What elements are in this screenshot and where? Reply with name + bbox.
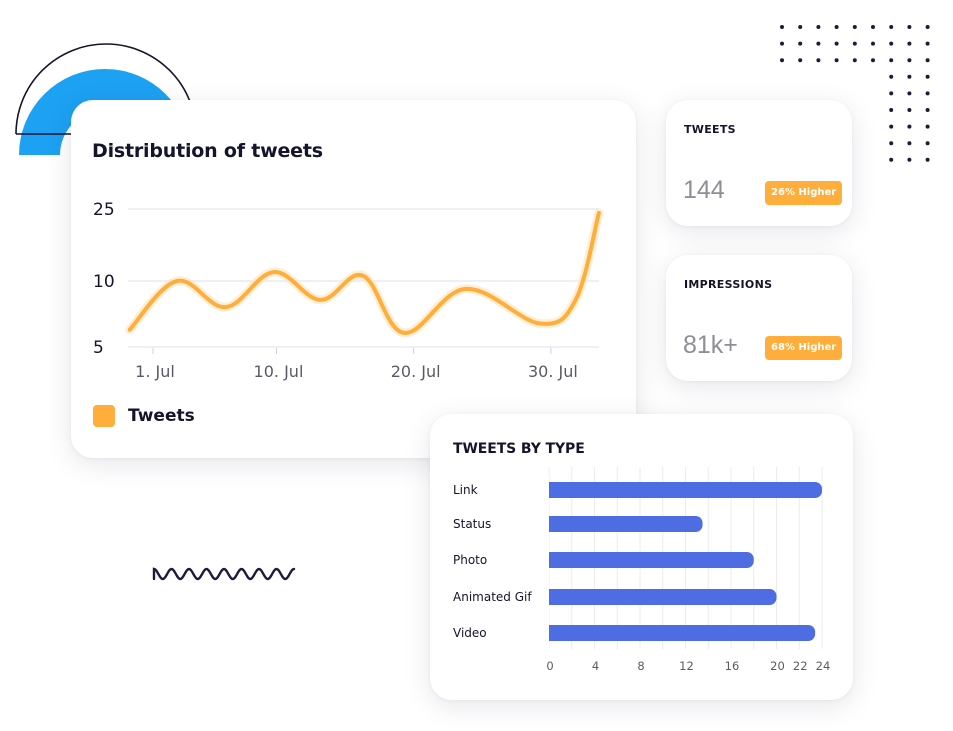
- dot: [889, 41, 894, 46]
- dot: [889, 58, 894, 63]
- bar-photo: [541, 552, 754, 568]
- bar-chart: 0 4 8 12 16 20 22 24 Link Status Photo Animated Gif…: [453, 467, 831, 673]
- dot: [925, 91, 930, 96]
- category-label: Photo: [453, 553, 487, 567]
- dot: [871, 41, 875, 46]
- dot: [871, 58, 875, 63]
- y-tick-label: 5: [93, 338, 104, 358]
- tweets-stat-label: TWEETS: [684, 123, 736, 136]
- squiggle-decoration: [152, 567, 296, 581]
- bar-animated-gif: [541, 589, 777, 605]
- dot: [816, 41, 821, 46]
- x-tick-label: 22: [793, 659, 808, 673]
- x-tick-label: 4: [592, 659, 599, 673]
- x-tick-label: 12: [679, 659, 694, 673]
- category-label: Animated Gif: [453, 590, 532, 604]
- dot: [925, 41, 930, 46]
- bar-video: [541, 625, 816, 641]
- dot: [907, 25, 912, 29]
- bar-left-mask: [539, 474, 549, 649]
- dot: [889, 91, 894, 96]
- dot: [798, 58, 803, 63]
- dot: [816, 25, 821, 29]
- impressions-stat-label: IMPRESSIONS: [684, 278, 773, 291]
- series-glow: [125, 208, 604, 338]
- legend-label: Tweets: [128, 406, 195, 426]
- x-tick-label: 0: [546, 659, 553, 673]
- dot: [834, 41, 839, 46]
- y-tick-label: 25: [93, 200, 115, 220]
- dot: [889, 25, 894, 29]
- impressions-stat-value: 81k+: [683, 331, 738, 359]
- dot: [834, 25, 839, 29]
- squiggle-line: [152, 567, 296, 581]
- y-tick-label: 10: [93, 272, 115, 292]
- impressions-stat-card: IMPRESSIONS 81k+ 68% Higher: [666, 255, 852, 381]
- x-tick-label: 24: [816, 659, 831, 673]
- distribution-card: Distribution of tweets 5 10 25 1. Jul 10. Ju…: [71, 100, 636, 458]
- dot: [852, 41, 857, 46]
- dot: [925, 124, 930, 129]
- dot: [907, 141, 912, 146]
- dot: [907, 157, 912, 162]
- dot: [780, 58, 784, 63]
- dot: [925, 108, 930, 112]
- tweets-stat-card: TWEETS 144 26% Higher: [666, 100, 852, 226]
- dot: [852, 25, 857, 29]
- dot: [780, 41, 784, 46]
- x-tick-label: 20. Jul: [391, 362, 441, 381]
- dot: [925, 58, 930, 63]
- dot: [816, 58, 821, 63]
- dot: [907, 74, 912, 79]
- dot: [925, 25, 930, 29]
- x-tick-label: 10. Jul: [254, 362, 304, 381]
- legend-swatch: [93, 405, 115, 427]
- dot: [852, 58, 857, 63]
- bar-link: [541, 482, 822, 498]
- dot: [907, 41, 912, 46]
- tweets-stat-value: 144: [683, 176, 725, 204]
- x-tick-label: 16: [725, 659, 740, 673]
- dot: [798, 41, 803, 46]
- impressions-change-badge: 68% Higher: [765, 336, 843, 360]
- dot: [889, 157, 894, 162]
- dot: [871, 25, 875, 29]
- dot: [925, 141, 930, 146]
- tweets-by-type-card: TWEETS BY TYPE 0 4 8 12 16 20 22 24 Link Status Ph…: [430, 414, 853, 700]
- dot: [834, 58, 839, 63]
- chart-legend[interactable]: Tweets: [93, 405, 195, 427]
- dot: [907, 91, 912, 96]
- x-tick-label: 1. Jul: [135, 362, 175, 381]
- dot: [907, 58, 912, 63]
- dot: [780, 25, 784, 29]
- category-label: Link: [453, 483, 478, 497]
- dot: [889, 108, 894, 112]
- dot: [907, 124, 912, 129]
- tweets-change-badge: 26% Higher: [765, 181, 843, 205]
- x-tick-label: 8: [637, 659, 644, 673]
- dot: [889, 141, 894, 146]
- x-tick-label: 30. Jul: [528, 362, 578, 381]
- bar-status: [541, 516, 703, 532]
- x-tick-label: 20: [770, 659, 785, 673]
- dot: [889, 74, 894, 79]
- category-label: Status: [453, 517, 491, 531]
- dot: [925, 74, 930, 79]
- dot: [925, 157, 930, 162]
- dot: [889, 124, 894, 129]
- category-label: Video: [453, 626, 487, 640]
- dot: [798, 25, 803, 29]
- dot: [907, 108, 912, 112]
